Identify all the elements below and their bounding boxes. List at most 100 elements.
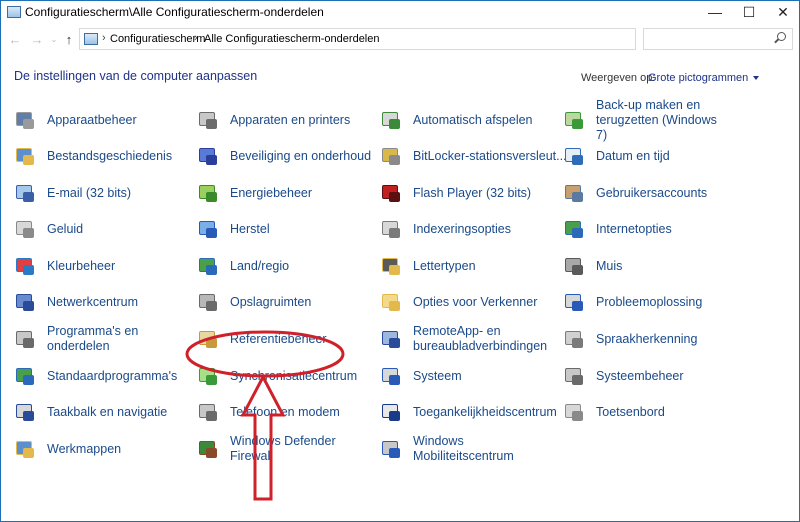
control-panel-item-label: Synchronisatiecentrum — [230, 368, 358, 383]
power-icon — [197, 182, 219, 204]
control-panel-item-label: Opties voor Verkenner — [413, 294, 538, 309]
breadcrumb-item[interactable]: Alle Configuratiescherm-onderdelen — [204, 33, 379, 45]
control-panel-item[interactable]: Internetopties — [563, 214, 672, 244]
security-flag-icon — [197, 145, 219, 167]
control-panel-item-label: E-mail (32 bits) — [47, 185, 132, 200]
file-history-icon — [14, 145, 36, 167]
up-arrow-icon[interactable]: ↑ — [61, 30, 77, 48]
system-icon — [380, 365, 402, 387]
control-panel-item[interactable]: Lettertypen — [380, 251, 476, 281]
control-panel-item[interactable]: Muis — [563, 251, 622, 281]
phone-modem-icon — [197, 401, 219, 423]
control-panel-item-label: Telefoon en modem — [230, 404, 340, 419]
address-bar: ← → ⌄ ↑ › Configuratiescherm › Alle Conf… — [1, 23, 799, 55]
control-panel-item[interactable]: E-mail (32 bits) — [14, 178, 131, 208]
control-panel-item-label: Opslagruimten — [230, 294, 312, 309]
control-panel-item[interactable]: Kleurbeheer — [14, 251, 115, 281]
control-panel-item[interactable]: Bestandsgeschiedenis — [14, 141, 172, 171]
network-icon — [14, 291, 36, 313]
control-panel-item[interactable]: Apparaatbeheer — [14, 105, 137, 135]
control-panel-item[interactable]: Beveiliging en onderhoud — [197, 141, 371, 171]
control-panel-item[interactable]: Toetsenbord — [563, 397, 665, 427]
control-panel-item[interactable]: Telefoon en modem — [197, 397, 340, 427]
control-panel-item-label: Automatisch afspelen — [413, 112, 533, 127]
control-panel-item[interactable]: RemoteApp- en bureaubladverbindingen — [380, 324, 548, 354]
indexing-icon — [380, 218, 402, 240]
printer-icon — [197, 109, 219, 131]
search-icon[interactable] — [777, 32, 786, 41]
default-programs-icon — [14, 365, 36, 387]
control-panel-item[interactable]: BitLocker-stationsversleut... — [380, 141, 567, 171]
view-by-label: Weergeven op: — [581, 72, 656, 84]
control-panel-item-label: Flash Player (32 bits) — [413, 185, 532, 200]
control-panel-item[interactable]: Opslagruimten — [197, 287, 311, 317]
globe-icon — [197, 255, 219, 277]
control-panel-item[interactable]: Systeem — [380, 361, 462, 391]
autoplay-icon — [380, 109, 402, 131]
title-bar[interactable]: Configuratiescherm\Alle Configuratiesche… — [1, 1, 799, 23]
control-panel-item[interactable]: Land/regio — [197, 251, 289, 281]
control-panel-item[interactable]: Opties voor Verkenner — [380, 287, 537, 317]
control-panel-item[interactable]: Spraakherkenning — [563, 324, 697, 354]
breadcrumb-item[interactable]: Configuratiescherm — [110, 33, 205, 45]
programs-icon — [14, 328, 36, 350]
control-panel-item[interactable]: Probleemoplossing — [563, 287, 702, 317]
control-panel-item-label: Standaardprogramma's — [47, 368, 178, 383]
control-panel-item[interactable]: Flash Player (32 bits) — [380, 178, 531, 208]
credential-manager-icon — [197, 328, 219, 350]
control-panel-item-label: Netwerkcentrum — [47, 294, 138, 309]
control-panel-item[interactable]: Systeembeheer — [563, 361, 684, 391]
control-panel-item[interactable]: Werkmappen — [14, 434, 121, 464]
control-panel-item[interactable]: Windows Mobiliteitscentrum — [380, 434, 523, 464]
control-panel-item[interactable]: Automatisch afspelen — [380, 105, 533, 135]
control-panel-item-label: Toegankelijkheidscentrum — [413, 404, 557, 419]
storage-icon — [197, 291, 219, 313]
control-panel-item[interactable]: Standaardprogramma's — [14, 361, 177, 391]
control-panel-item[interactable]: Indexeringsopties — [380, 214, 511, 244]
control-panel-item[interactable]: Datum en tijd — [563, 141, 670, 171]
control-panel-item[interactable]: Back-up maken en terugzetten (Windows 7) — [563, 98, 731, 142]
chevron-right-icon[interactable]: › — [102, 32, 106, 44]
maximize-button[interactable]: ☐ — [732, 1, 766, 23]
control-panel-item[interactable]: Synchronisatiecentrum — [197, 361, 357, 391]
search-input[interactable] — [643, 28, 793, 50]
bitlocker-icon — [380, 145, 402, 167]
control-panel-item[interactable]: Taakbalk en navigatie — [14, 397, 167, 427]
control-panel-item[interactable]: Energiebeheer — [197, 178, 312, 208]
control-panel-item-label: Indexeringsopties — [413, 221, 511, 236]
control-panel-item[interactable]: Geluid — [14, 214, 83, 244]
control-panel-item[interactable]: Referentiebeheer — [197, 324, 327, 354]
control-panel-item[interactable]: Gebruikersaccounts — [563, 178, 707, 208]
control-panel-item-label: Apparaatbeheer — [47, 112, 137, 127]
control-panel-item[interactable]: Netwerkcentrum — [14, 287, 138, 317]
control-panel-item[interactable]: Windows Defender Firewall — [197, 434, 340, 464]
chevron-right-icon[interactable]: › — [194, 32, 198, 44]
users-icon — [563, 182, 585, 204]
control-panel-item-label: Apparaten en printers — [230, 112, 351, 127]
control-panel-item-label: Windows Mobiliteitscentrum — [413, 434, 514, 463]
forward-arrow-icon[interactable]: → — [29, 30, 45, 48]
mobility-center-icon — [380, 438, 402, 460]
taskbar-icon — [14, 401, 36, 423]
control-panel-item-label: Systeem — [413, 368, 462, 383]
device-manager-icon — [14, 109, 36, 131]
close-button[interactable]: ✕ — [766, 1, 799, 23]
page-heading: De instellingen van de computer aanpasse… — [14, 69, 258, 83]
breadcrumb[interactable]: › Configuratiescherm › Alle Configuratie… — [79, 28, 708, 50]
control-panel-item-label: Gebruikersaccounts — [596, 185, 708, 200]
control-panel-item[interactable]: Programma's en onderdelen — [14, 324, 157, 354]
control-panel-item[interactable]: Apparaten en printers — [197, 105, 350, 135]
control-panel-item-label: Beveiliging en onderhoud — [230, 148, 372, 163]
control-panel-item[interactable]: Toegankelijkheidscentrum — [380, 397, 557, 427]
control-panel-item[interactable]: Herstel — [197, 214, 270, 244]
fonts-icon — [380, 255, 402, 277]
back-arrow-icon[interactable]: ← — [7, 30, 23, 48]
control-panel-item-label: Werkmappen — [47, 441, 122, 456]
view-by-dropdown[interactable]: Grote pictogrammen — [648, 72, 759, 84]
speaker-icon — [14, 218, 36, 240]
control-panel-icon — [7, 6, 21, 18]
keyboard-icon — [563, 401, 585, 423]
recent-locations-chevron-icon[interactable]: ⌄ — [46, 30, 62, 48]
control-panel-item-label: Programma's en onderdelen — [47, 324, 139, 353]
minimize-button[interactable]: — — [698, 1, 732, 23]
